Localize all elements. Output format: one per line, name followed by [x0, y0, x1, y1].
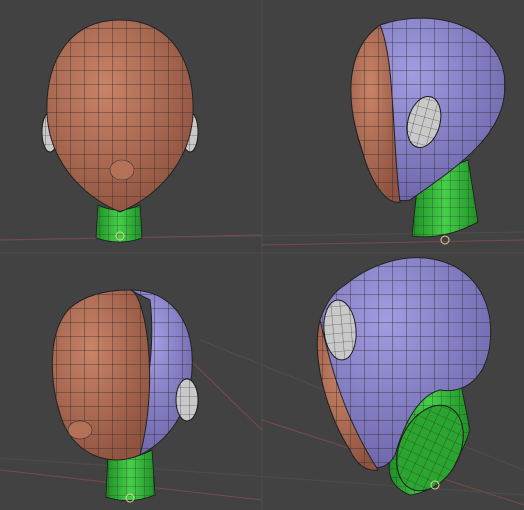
- 3d-viewport[interactable]: [0, 0, 524, 510]
- origin-marker-icon: [440, 235, 450, 245]
- front-view[interactable]: [41, 19, 199, 243]
- viewport-canvas[interactable]: [0, 0, 524, 510]
- side-back-perspective-view[interactable]: [316, 257, 492, 502]
- three-quarter-back-view[interactable]: [350, 17, 506, 245]
